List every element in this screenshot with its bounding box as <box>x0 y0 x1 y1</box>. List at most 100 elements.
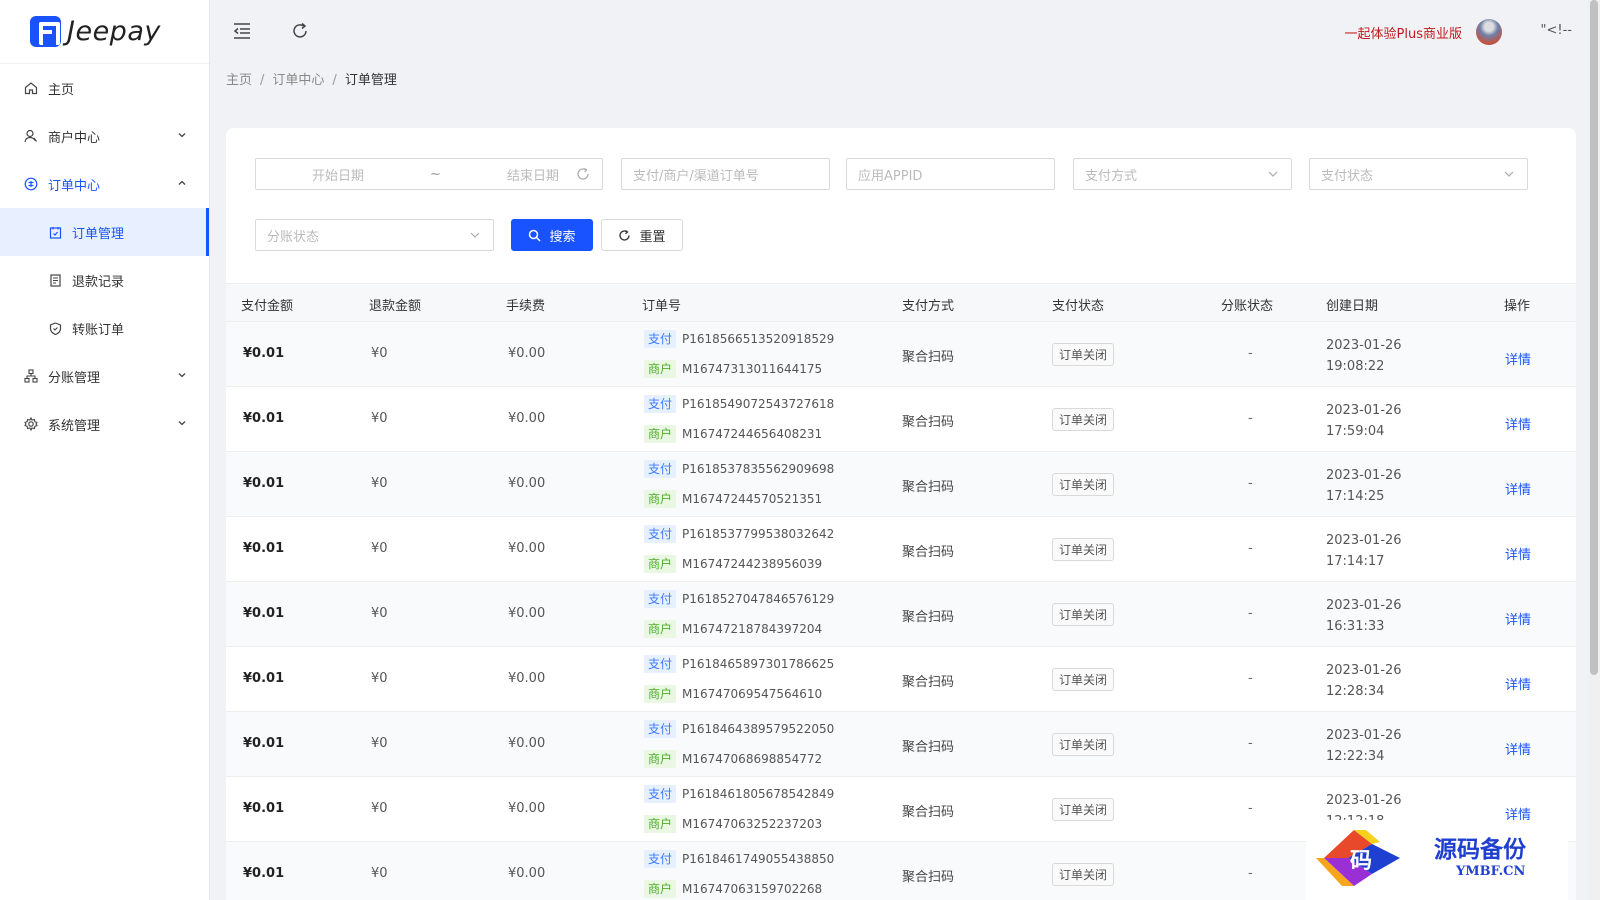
menu-fold-icon[interactable] <box>232 21 252 45</box>
sidebar-item-label: 系统管理 <box>48 418 101 434</box>
created-date: 2023-01-26 19:08:22 <box>1326 335 1402 377</box>
created-date-time: 12:22:34 <box>1326 749 1385 764</box>
detail-link[interactable]: 详情 <box>1505 349 1531 368</box>
status-badge: 订单关闭 <box>1052 473 1115 496</box>
table-header: 支付金额 退款金额 手续费 订单号 支付方式 支付状态 分账状态 创建日期 操作 <box>226 283 1576 322</box>
watermark-subtitle: YMBF.CN <box>1456 864 1526 879</box>
search-button-label: 搜索 <box>549 229 576 245</box>
sidebar-item-transfer-orders[interactable]: 转账订单 <box>0 304 209 352</box>
created-date: 2023-01-26 16:31:33 <box>1326 595 1402 637</box>
sidebar-item-system-manage[interactable]: 系统管理 <box>0 400 209 448</box>
date-range-picker[interactable]: 开始日期 ~ 结束日期 <box>255 158 603 190</box>
refund-amount: ¥0 <box>371 736 388 751</box>
split-state: - <box>1248 541 1253 556</box>
detail-link[interactable]: 详情 <box>1505 739 1531 758</box>
sidebar-item-split-manage[interactable]: 分账管理 <box>0 352 209 400</box>
detail-link[interactable]: 详情 <box>1505 479 1531 498</box>
mch-order-line: 商户 M16747068698854772 <box>644 750 822 768</box>
mch-order-line: 商户 M16747218784397204 <box>644 620 822 638</box>
split-state: - <box>1248 866 1253 881</box>
pay-order-line: 支付 P1618464389579522050 <box>644 720 834 738</box>
mch-order-no: M16747068698854772 <box>682 752 823 766</box>
created-date: 2023-01-26 17:59:04 <box>1326 400 1402 442</box>
mch-order-line: 商户 M16747063159702268 <box>644 880 822 898</box>
status-badge: 订单关闭 <box>1052 538 1115 561</box>
column-header: 支付金额 <box>241 299 294 314</box>
pay-state-placeholder: 支付状态 <box>1321 168 1374 184</box>
receipt-icon <box>48 273 62 287</box>
pay-order-line: 支付 P1618461749055438850 <box>644 850 834 868</box>
pay-amount: ¥0.01 <box>243 346 285 361</box>
logo-text: Jeepay <box>67 16 161 47</box>
pay-way: 聚合扫码 <box>902 415 955 430</box>
created-date: 2023-01-26 17:14:17 <box>1326 530 1402 572</box>
start-date-placeholder[interactable]: 开始日期 <box>312 165 364 184</box>
mch-order-line: 商户 M16747069547564610 <box>644 685 822 703</box>
detail-link[interactable]: 详情 <box>1505 609 1531 628</box>
sidebar-item-home[interactable]: 主页 <box>0 64 209 112</box>
breadcrumb-home[interactable]: 主页 <box>226 73 252 88</box>
scrollbar-thumb[interactable] <box>1590 0 1598 675</box>
pay-tag: 支付 <box>644 460 677 478</box>
split-state: - <box>1248 801 1253 816</box>
detail-link[interactable]: 详情 <box>1505 674 1531 693</box>
mch-tag: 商户 <box>644 750 677 768</box>
gear-icon <box>24 417 38 431</box>
mch-order-no: M16747069547564610 <box>682 687 823 701</box>
detail-link[interactable]: 详情 <box>1505 414 1531 433</box>
avatar[interactable] <box>1476 19 1502 45</box>
order-no-input[interactable]: 支付/商户/渠道订单号 <box>621 158 830 190</box>
chevron-down-icon <box>1503 168 1515 184</box>
appid-input[interactable]: 应用APPID <box>846 158 1055 190</box>
refund-amount: ¥0 <box>371 671 388 686</box>
search-icon <box>528 229 542 242</box>
top-header: 一起体验Plus商业版 "<!-- <box>210 0 1600 64</box>
created-date-time: 17:59:04 <box>1326 424 1385 439</box>
sidebar-item-order-center[interactable]: 订单中心 <box>0 160 209 208</box>
split-state: - <box>1248 736 1253 751</box>
pay-tag: 支付 <box>644 330 677 348</box>
logo-icon <box>30 16 61 47</box>
shield-icon <box>48 321 62 335</box>
order-no-placeholder: 支付/商户/渠道订单号 <box>633 168 759 184</box>
plus-edition-link[interactable]: 一起体验Plus商业版 <box>1345 23 1462 42</box>
pay-amount: ¥0.01 <box>243 541 285 556</box>
fee-amount: ¥0.00 <box>508 541 546 556</box>
sidebar-item-merchant[interactable]: 商户中心 <box>0 112 209 160</box>
pay-way: 聚合扫码 <box>902 805 955 820</box>
sidebar-item-label: 分账管理 <box>48 370 101 386</box>
reset-button[interactable]: 重置 <box>601 219 683 251</box>
status-badge: 订单关闭 <box>1052 733 1115 756</box>
pay-order-line: 支付 P1618537799538032642 <box>644 525 834 543</box>
user-name[interactable]: "<!-- <box>1541 23 1572 38</box>
search-button[interactable]: 搜索 <box>511 219 593 251</box>
refresh-icon[interactable] <box>290 21 310 45</box>
pay-way: 聚合扫码 <box>902 610 955 625</box>
sidebar-item-refund-records[interactable]: 退款记录 <box>0 256 209 304</box>
status-badge: 订单关闭 <box>1052 863 1115 886</box>
fee-amount: ¥0.00 <box>508 476 546 491</box>
breadcrumb-order-center[interactable]: 订单中心 <box>272 73 324 88</box>
pay-tag: 支付 <box>644 720 677 738</box>
pay-amount: ¥0.01 <box>243 411 285 426</box>
end-date-placeholder[interactable]: 结束日期 <box>507 165 559 184</box>
logo[interactable]: Jeepay <box>0 0 209 64</box>
refund-amount: ¥0 <box>371 541 388 556</box>
table-row: ¥0.01 ¥0 ¥0.00 支付 P1618537799538032642 商户 M167… <box>226 517 1576 582</box>
pay-way: 聚合扫码 <box>902 545 955 560</box>
created-date-day: 2023-01-26 <box>1326 468 1402 483</box>
detail-link[interactable]: 详情 <box>1505 544 1531 563</box>
pay-amount: ¥0.01 <box>243 866 285 881</box>
pay-way-select[interactable]: 支付方式 <box>1073 158 1292 190</box>
pay-order-line: 支付 P1618566513520918529 <box>644 330 834 348</box>
split-state-select[interactable]: 分账状态 <box>255 219 494 251</box>
column-header: 创建日期 <box>1326 299 1379 314</box>
table-row: ¥0.01 ¥0 ¥0.00 支付 P1618464389579522050 商户 M167… <box>226 712 1576 777</box>
status-badge: 订单关闭 <box>1052 668 1115 691</box>
mch-order-line: 商户 M16747244570521351 <box>644 490 822 508</box>
pay-state-select[interactable]: 支付状态 <box>1309 158 1528 190</box>
mch-order-line: 商户 M16747063252237203 <box>644 815 822 833</box>
sidebar-item-label: 主页 <box>48 82 75 98</box>
sidebar-item-order-manage[interactable]: 订单管理 <box>0 208 209 256</box>
page-scrollbar[interactable] <box>1588 0 1600 900</box>
